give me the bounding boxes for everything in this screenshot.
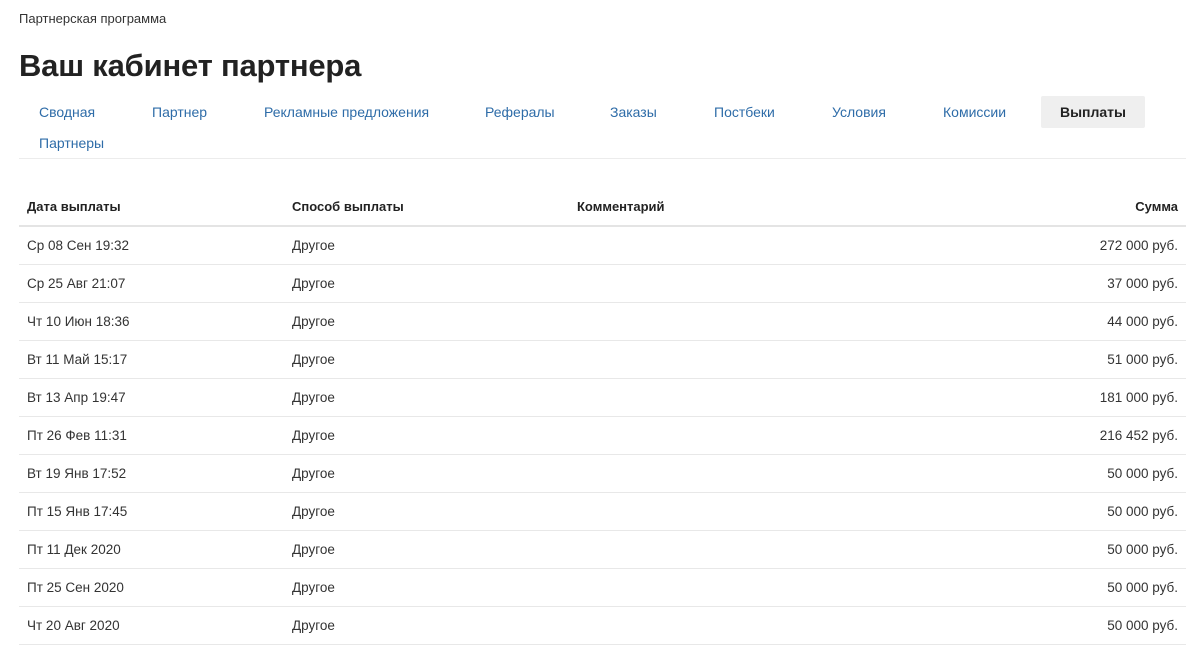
payout-amount: 50 000 руб. bbox=[1107, 466, 1178, 481]
payout-method: Другое bbox=[292, 542, 335, 557]
tab-bar: Сводная Партнер Рекламные предложения Ре… bbox=[19, 96, 1186, 159]
payout-date: Вт 11 Май 15:17 bbox=[27, 352, 128, 367]
payout-date: Пт 11 Дек 2020 bbox=[27, 542, 121, 557]
header-payout-method[interactable]: Способ выплаты bbox=[292, 199, 404, 214]
tab-commissions[interactable]: Комиссии bbox=[943, 96, 1006, 128]
table-row: Пт 11 Дек 2020 Другое 50 000 руб. bbox=[19, 531, 1186, 569]
tab-partners[interactable]: Партнеры bbox=[39, 127, 104, 159]
payout-date: Пт 26 Фев 11:31 bbox=[27, 428, 127, 443]
payout-method: Другое bbox=[292, 580, 335, 595]
tab-offers[interactable]: Рекламные предложения bbox=[264, 96, 429, 128]
payout-date: Ср 25 Авг 21:07 bbox=[27, 276, 126, 291]
tab-referrals[interactable]: Рефералы bbox=[485, 96, 555, 128]
payout-amount: 50 000 руб. bbox=[1107, 618, 1178, 633]
payout-date: Вт 19 Янв 17:52 bbox=[27, 466, 127, 481]
payout-method: Другое bbox=[292, 352, 335, 367]
table-row: Ср 08 Сен 19:32 Другое 272 000 руб. bbox=[19, 227, 1186, 265]
breadcrumb[interactable]: Партнерская программа bbox=[19, 11, 166, 26]
payout-date: Чт 10 Июн 18:36 bbox=[27, 314, 130, 329]
payout-method: Другое bbox=[292, 466, 335, 481]
payout-amount: 50 000 руб. bbox=[1107, 542, 1178, 557]
payout-amount: 272 000 руб. bbox=[1099, 238, 1178, 253]
payout-amount: 37 000 руб. bbox=[1107, 276, 1178, 291]
payout-date: Пт 15 Янв 17:45 bbox=[27, 504, 128, 519]
table-row: Вт 19 Янв 17:52 Другое 50 000 руб. bbox=[19, 455, 1186, 493]
tab-payouts[interactable]: Выплаты bbox=[1041, 96, 1145, 128]
payout-method: Другое bbox=[292, 314, 335, 329]
payout-amount: 50 000 руб. bbox=[1107, 580, 1178, 595]
payout-date: Пт 25 Сен 2020 bbox=[27, 580, 124, 595]
table-row: Чт 20 Авг 2020 Другое 50 000 руб. bbox=[19, 607, 1186, 645]
tab-partner[interactable]: Партнер bbox=[152, 96, 207, 128]
page-title: Ваш кабинет партнера bbox=[19, 48, 362, 83]
tab-orders[interactable]: Заказы bbox=[610, 96, 657, 128]
payout-method: Другое bbox=[292, 504, 335, 519]
tab-postbacks[interactable]: Постбеки bbox=[714, 96, 775, 128]
payout-amount: 181 000 руб. bbox=[1099, 390, 1178, 405]
payout-method: Другое bbox=[292, 390, 335, 405]
payout-amount: 44 000 руб. bbox=[1107, 314, 1178, 329]
payout-method: Другое bbox=[292, 428, 335, 443]
table-row: Вт 11 Май 15:17 Другое 51 000 руб. bbox=[19, 341, 1186, 379]
header-amount[interactable]: Сумма bbox=[1135, 199, 1178, 214]
table-row: Вт 13 Апр 19:47 Другое 181 000 руб. bbox=[19, 379, 1186, 417]
payout-method: Другое bbox=[292, 276, 335, 291]
payouts-table: Дата выплаты Способ выплаты Комментарий … bbox=[19, 188, 1186, 645]
header-payout-date[interactable]: Дата выплаты bbox=[27, 199, 121, 214]
table-row: Ср 25 Авг 21:07 Другое 37 000 руб. bbox=[19, 265, 1186, 303]
payout-amount: 50 000 руб. bbox=[1107, 504, 1178, 519]
payout-method: Другое bbox=[292, 618, 335, 633]
table-row: Пт 15 Янв 17:45 Другое 50 000 руб. bbox=[19, 493, 1186, 531]
header-comment[interactable]: Комментарий bbox=[577, 199, 665, 214]
payout-method: Другое bbox=[292, 238, 335, 253]
table-row: Пт 25 Сен 2020 Другое 50 000 руб. bbox=[19, 569, 1186, 607]
payout-amount: 51 000 руб. bbox=[1107, 352, 1178, 367]
payout-date: Ср 08 Сен 19:32 bbox=[27, 238, 130, 253]
payout-date: Чт 20 Авг 2020 bbox=[27, 618, 120, 633]
table-header: Дата выплаты Способ выплаты Комментарий … bbox=[19, 188, 1186, 227]
table-row: Чт 10 Июн 18:36 Другое 44 000 руб. bbox=[19, 303, 1186, 341]
payout-amount: 216 452 руб. bbox=[1099, 428, 1178, 443]
tab-summary[interactable]: Сводная bbox=[39, 96, 95, 128]
table-row: Пт 26 Фев 11:31 Другое 216 452 руб. bbox=[19, 417, 1186, 455]
payout-date: Вт 13 Апр 19:47 bbox=[27, 390, 126, 405]
tab-terms[interactable]: Условия bbox=[832, 96, 886, 128]
